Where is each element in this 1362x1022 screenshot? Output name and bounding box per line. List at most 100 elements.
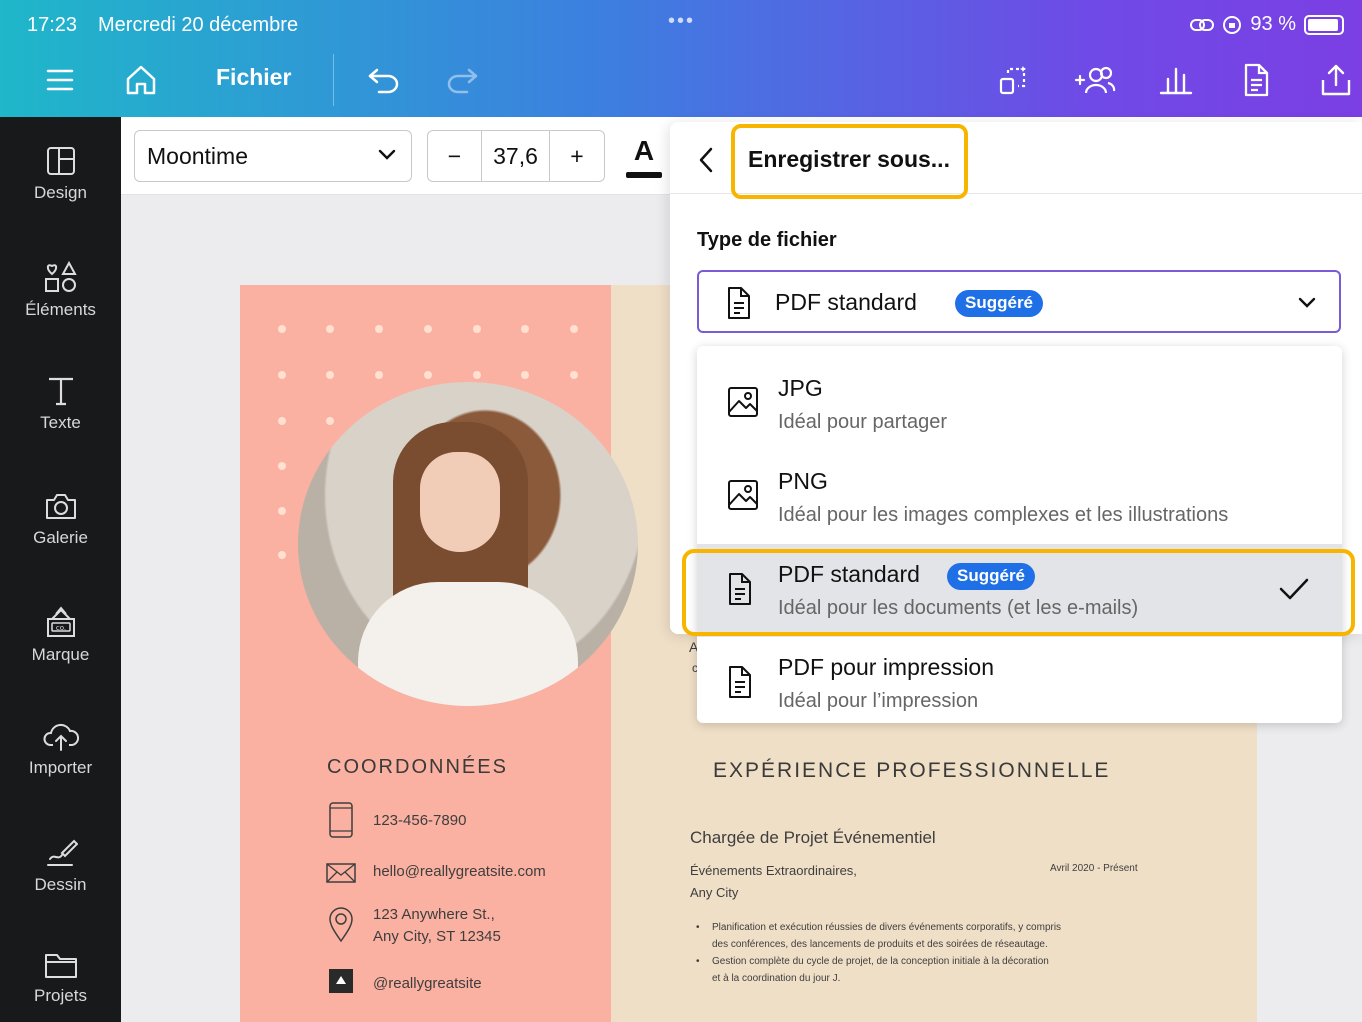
sidebar-item-text[interactable]: Texte xyxy=(0,375,121,433)
redo-icon[interactable] xyxy=(444,58,480,102)
mail-icon xyxy=(326,863,356,883)
cloud-upload-icon xyxy=(43,723,79,751)
option-highlight-outline xyxy=(682,549,1355,636)
bullet1-line1: Planification et exécution réussies de d… xyxy=(712,922,1062,933)
profile-photo[interactable] xyxy=(298,382,638,706)
contact-social: @reallygreatsite xyxy=(373,975,482,992)
company-city: Any City xyxy=(690,885,739,900)
font-name: Moontime xyxy=(147,142,248,169)
company-name: Événements Extraordinaires, xyxy=(690,863,857,878)
chevron-down-icon xyxy=(1298,297,1316,308)
option-description: Idéal pour l’impression xyxy=(778,690,979,712)
file-type-dropdown: JPG Idéal pour partager PNG Idéal pour l… xyxy=(697,346,1342,723)
sidebar-label: Galerie xyxy=(33,528,88,547)
option-name: JPG xyxy=(778,375,823,401)
document-icon xyxy=(728,287,750,319)
bullet-dot: • xyxy=(696,956,700,967)
sidebar-label: Dessin xyxy=(34,875,87,894)
left-sidebar: Design Éléments Texte Galerie co. Marque… xyxy=(0,117,121,1022)
sidebar-item-brand[interactable]: co. Marque xyxy=(0,605,121,665)
job-title: Chargée de Projet Événementiel xyxy=(690,828,936,847)
sidebar-item-draw[interactable]: Dessin xyxy=(0,835,121,895)
sidebar-item-elements[interactable]: Éléments xyxy=(0,260,121,320)
text-color-glyph: A xyxy=(633,135,655,166)
shapes-icon xyxy=(44,260,77,292)
battery-icon xyxy=(1304,14,1344,35)
sidebar-label: Texte xyxy=(40,413,81,432)
decrease-size-button[interactable]: − xyxy=(428,131,482,181)
orientation-lock-icon xyxy=(1223,15,1242,34)
status-time: 17:23 xyxy=(27,14,78,36)
text-color-button[interactable]: A xyxy=(624,135,664,178)
draw-icon xyxy=(46,839,78,866)
job-period: Avril 2020 - Présent xyxy=(1050,863,1138,874)
top-bar: 17:23 Mercredi 20 décembre ••• 93 % Fich… xyxy=(0,0,1362,117)
document-icon[interactable] xyxy=(1240,58,1272,102)
undo-icon[interactable] xyxy=(366,58,402,102)
text-color-swatch xyxy=(626,172,662,178)
font-size-stepper: − 37,6 + xyxy=(427,130,605,182)
option-name: PNG xyxy=(778,468,828,494)
export-upload-icon[interactable] xyxy=(1318,58,1354,102)
sidebar-label: Marque xyxy=(31,645,90,664)
back-chevron-icon[interactable] xyxy=(696,146,716,174)
sidebar-item-gallery[interactable]: Galerie xyxy=(0,490,121,548)
bullet-dot: • xyxy=(696,922,700,933)
editor-toolbar: Fichier xyxy=(0,50,1362,117)
increase-size-button[interactable]: + xyxy=(550,131,604,181)
sidebar-item-upload[interactable]: Importer xyxy=(0,720,121,778)
option-description: Idéal pour partager xyxy=(778,411,948,433)
suggested-badge: Suggéré xyxy=(955,290,1044,317)
home-icon[interactable] xyxy=(122,58,160,102)
experience-section-title: EXPÉRIENCE PROFESSIONNELLE xyxy=(713,759,1111,782)
contact-address-line1: 123 Anywhere St., xyxy=(373,906,495,923)
layout-icon xyxy=(46,147,75,175)
status-bar: 17:23 Mercredi 20 décembre ••• 93 % xyxy=(0,0,1362,50)
insights-chart-icon[interactable] xyxy=(1158,58,1194,102)
title-highlight-outline xyxy=(731,124,968,199)
bullet1-line2: des conférences, des lancements de produ… xyxy=(712,939,1048,950)
phone-icon xyxy=(329,802,353,838)
contact-phone: 123-456-7890 xyxy=(373,812,467,829)
svg-text:co.: co. xyxy=(55,624,65,632)
link-icon xyxy=(1190,18,1215,31)
sidebar-item-design[interactable]: Design xyxy=(0,145,121,203)
sidebar-label: Éléments xyxy=(25,300,96,319)
share-people-icon[interactable] xyxy=(1074,58,1116,102)
option-jpg[interactable]: JPG Idéal pour partager xyxy=(697,358,1342,451)
contact-email: hello@reallygreatsite.com xyxy=(373,863,546,880)
file-type-label: Type de fichier xyxy=(697,229,837,251)
sidebar-item-projects[interactable]: Projets xyxy=(0,950,121,1006)
multitasking-dots[interactable]: ••• xyxy=(668,10,695,33)
toolbar-divider xyxy=(333,54,334,106)
chevron-down-icon xyxy=(378,149,396,160)
contact-section-title: COORDONNÉES xyxy=(327,756,508,778)
font-size-input[interactable]: 37,6 xyxy=(482,131,550,181)
document-icon xyxy=(729,666,751,698)
status-indicators: 93 % xyxy=(1190,13,1344,36)
font-selector[interactable]: Moontime xyxy=(134,130,412,182)
selected-file-type: PDF standard xyxy=(775,289,917,315)
file-type-select[interactable]: PDF standard Suggéré xyxy=(697,270,1341,333)
battery-percent: 93 % xyxy=(1250,13,1296,35)
option-description: Idéal pour les images complexes et les i… xyxy=(778,504,1229,526)
contact-address-line2: Any City, ST 12345 xyxy=(373,928,501,945)
magic-resize-icon[interactable] xyxy=(996,58,1032,102)
brand-icon: co. xyxy=(46,606,75,637)
bullet2-line2: et à la coordination du jour J. xyxy=(712,973,841,984)
status-date: Mercredi 20 décembre xyxy=(98,14,299,36)
menu-icon[interactable] xyxy=(44,58,76,102)
option-png[interactable]: PNG Idéal pour les images complexes et l… xyxy=(697,451,1342,544)
camera-icon xyxy=(45,494,76,519)
image-icon xyxy=(728,387,758,417)
file-menu-button[interactable]: Fichier xyxy=(216,64,291,91)
sidebar-label: Design xyxy=(34,183,87,202)
social-icon xyxy=(329,969,353,993)
sidebar-label: Importer xyxy=(28,758,93,777)
text-icon xyxy=(48,377,73,406)
location-pin-icon xyxy=(329,907,353,943)
bullet2-line1: Gestion complète du cycle de projet, de … xyxy=(712,956,1049,967)
image-icon xyxy=(728,480,758,510)
sidebar-label: Projets xyxy=(34,986,87,1005)
option-pdf-print[interactable]: PDF pour impression Idéal pour l’impress… xyxy=(697,637,1342,730)
